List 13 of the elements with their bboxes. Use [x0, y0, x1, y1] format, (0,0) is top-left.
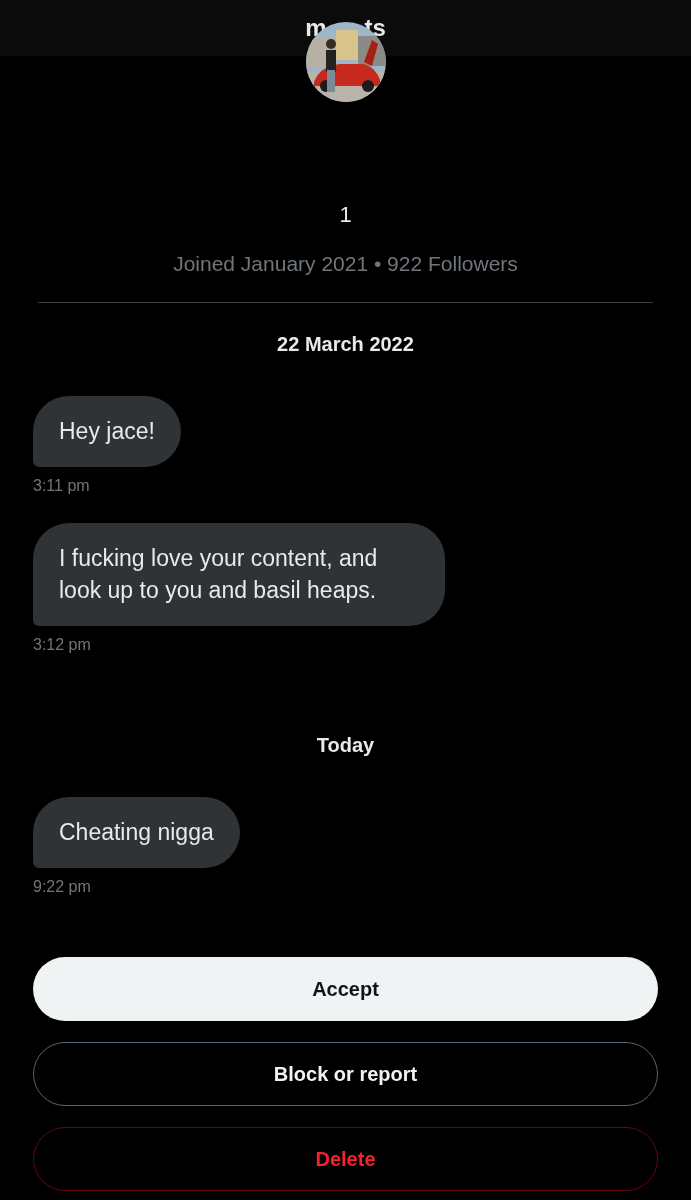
date-divider: 22 March 2022: [277, 333, 414, 356]
profile-meta: Joined January 2021 • 922 Followers: [173, 252, 518, 276]
message-bubble[interactable]: Cheating nigga: [33, 797, 240, 868]
message-bubble[interactable]: Hey jace!: [33, 396, 181, 467]
profile-name: 1: [339, 202, 352, 228]
message-time: 3:11 pm: [33, 477, 90, 495]
delete-button[interactable]: Delete: [33, 1127, 658, 1191]
message-time: 3:12 pm: [33, 636, 91, 654]
block-button[interactable]: Block or report: [33, 1042, 658, 1106]
accept-button[interactable]: Accept: [33, 957, 658, 1021]
date-divider: Today: [316, 734, 375, 757]
message-time: 9:22 pm: [33, 878, 91, 896]
message-bubble[interactable]: I fucking love your content, and look up to you and basil heaps.: [33, 523, 445, 626]
